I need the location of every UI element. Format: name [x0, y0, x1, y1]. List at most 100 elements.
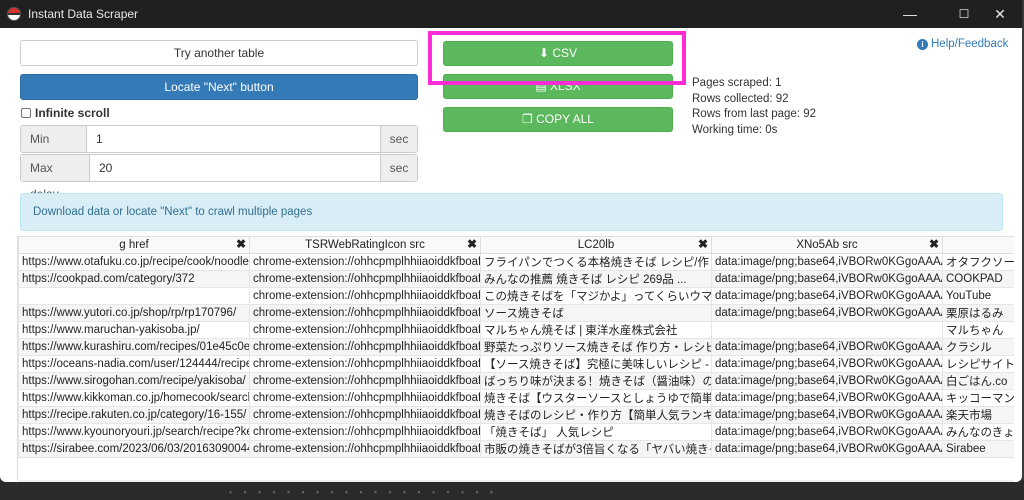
locate-next-button[interactable]: Locate "Next" button [20, 74, 418, 100]
min-delay-input[interactable]: 1 [87, 126, 380, 152]
table-cell: data:image/png;base64,iVBORw0KGgoAAAAN [711, 338, 943, 356]
table-cell: 楽天市場 [942, 406, 1014, 424]
max-delay-unit: sec [380, 155, 417, 181]
infinite-scroll-checkbox[interactable] [21, 108, 31, 118]
help-feedback-link[interactable]: i Help/Feedback [917, 38, 1008, 50]
table-row: https://sirabee.com/2023/06/03/201630900… [18, 440, 1014, 458]
table-cell: https://sirabee.com/2023/06/03/201630900… [18, 440, 250, 458]
copy-icon: ❐ [522, 112, 537, 126]
table-cell: data:image/png;base64,iVBORw0KGgoAAAAN [711, 304, 943, 322]
try-another-table-button[interactable]: Try another table [20, 40, 418, 66]
table-row: https://www.kyounoryouri.jp/search/recip… [18, 423, 1014, 441]
table-cell: 焼きそばのレシピ・作り方【簡単人気ランキン [480, 406, 712, 424]
table-cell: data:image/png;base64,iVBORw0KGgoAAAAN [711, 270, 943, 288]
table-cell: 焼きそば【ウスターソースとしょうゆで簡単味 [480, 389, 712, 407]
table-cell: この焼きそばを「マジかよ」ってくらいウマく [480, 287, 712, 305]
table-cell: COOKPAD [942, 270, 1014, 288]
table-row: https://oceans-nadia.com/user/124444/rec… [18, 355, 1014, 373]
table-row: https://cookpad.com/category/372 chrome-e… [18, 270, 1014, 288]
infinite-scroll-toggle[interactable]: Infinite scroll [21, 106, 110, 120]
window-title: Instant Data Scraper [28, 7, 139, 21]
table-cell: chrome-extension://ohhcpmplhhiiaoiddkfbo… [249, 270, 481, 288]
rows-collected: Rows collected: 92 [692, 92, 789, 105]
table-cell: https://www.otafuku.co.jp/recipe/cook/no… [18, 253, 250, 271]
table-cell: chrome-extension://ohhcpmplhhiiaoiddkfbo… [249, 321, 481, 339]
infinite-scroll-label: Infinite scroll [35, 106, 110, 120]
table-row: https://recipe.rakuten.co.jp/category/16… [18, 406, 1014, 424]
copy-all-button[interactable]: ❐ COPY ALL [443, 107, 673, 132]
table-row: chrome-extension://ohhcpmplhhiiaoiddkfbo… [18, 287, 1014, 305]
table-cell: 「焼きそば」 人気レシピ [480, 423, 712, 441]
table-cell: chrome-extension://ohhcpmplhhiiaoiddkfbo… [249, 355, 481, 373]
table-cell: レシピサイト [942, 355, 1014, 373]
table-cell: みんなのきょ [942, 423, 1014, 441]
highlight-box [428, 31, 686, 85]
table-cell: https://www.maruchan-yakisoba.jp/ [18, 321, 250, 339]
column-header[interactable]: g href ✖ [18, 236, 250, 254]
table-cell: マルちゃん [942, 321, 1014, 339]
table-cell: data:image/png;base64,iVBORw0KGgoAAAAN [711, 355, 943, 373]
horizontal-scrollbar[interactable]: ◀ ▶ [17, 480, 1014, 482]
info-icon: i [917, 38, 928, 50]
info-alert: Download data or locate "Next" to crawl … [20, 193, 1003, 231]
background-desktop: ・ ・ ・ ・ ・ ・ ・ ・ ・ ・ ・ ・ ・ ・ ・ ・ ・ ・ ・ [0, 480, 1024, 500]
table-cell: https://cookpad.com/category/372 [18, 270, 250, 288]
table-cell: 市販の焼きそばが3倍旨くなる「ヤバい焼きそば [480, 440, 712, 458]
column-header[interactable]: LC20lb ✖ [480, 236, 712, 254]
table-cell: キッコーマン [942, 389, 1014, 407]
min-delay-group: Min delay 1 sec [20, 125, 418, 172]
table-cell: data:image/png;base64,iVBORw0KGgoAAAAN [711, 287, 943, 305]
remove-column-icon[interactable]: ✖ [236, 238, 246, 252]
table-cell: https://www.kurashiru.com/recipes/01e45c… [18, 338, 250, 356]
column-header-label: LC20lb [577, 239, 615, 251]
table-cell: data:image/png;base64,iVBORw0KGgoAAAAN [711, 406, 943, 424]
rows-last-page: Rows from last page: 92 [692, 108, 817, 120]
table-cell: chrome-extension://ohhcpmplhhiiaoiddkfbo… [249, 304, 481, 322]
help-label: Help/Feedback [931, 38, 1009, 50]
table-cell: クラシル [942, 338, 1014, 356]
table-row: https://www.kikkoman.co.jp/homecook/sear… [18, 389, 1014, 407]
scrape-stats: Pages scraped: 1 Rows collected: 92 Rows… [692, 76, 816, 138]
table-cell: マルちゃん焼そば | 東洋水産株式会社 [480, 321, 712, 339]
table-cell: https://www.yutori.co.jp/shop/rp/rp17079… [18, 304, 250, 322]
minimize-button[interactable]: — [888, 0, 932, 28]
table-cell: 野菜たっぷりソース焼きそば 作り方・レシピ [480, 338, 712, 356]
pages-scraped: Pages scraped: 1 [692, 77, 782, 89]
table-cell: https://www.kyounoryouri.jp/search/recip… [18, 423, 250, 441]
close-button[interactable]: ✕ [978, 0, 1022, 28]
table-row: https://www.kurashiru.com/recipes/01e45c… [18, 338, 1014, 356]
scraper-window: Instant Data Scraper — ☐ ✕ Try another t… [0, 0, 1022, 482]
table-cell: みんなの推薦 焼きそば レシピ 269品 ... [480, 270, 712, 288]
remove-column-icon[interactable]: ✖ [467, 238, 477, 252]
max-delay-input[interactable]: 20 [90, 155, 380, 181]
table-cell: chrome-extension://ohhcpmplhhiiaoiddkfbo… [249, 287, 481, 305]
table-cell: data:image/png;base64,iVBORw0KGgoAAAAN [711, 440, 943, 458]
column-header[interactable]: TSRWebRatingIcon src ✖ [249, 236, 481, 254]
table-cell: data:image/png;base64,iVBORw0KGgoAAAAN [711, 372, 943, 390]
table-row: https://www.sirogohan.com/recipe/yakisob… [18, 372, 1014, 390]
table-row: https://www.yutori.co.jp/shop/rp/rp17079… [18, 304, 1014, 322]
column-header[interactable] [942, 236, 1014, 254]
max-delay-label: Max delay [21, 155, 90, 201]
working-time: Working time: 0s [692, 123, 778, 136]
table-cell: chrome-extension://ohhcpmplhhiiaoiddkfbo… [249, 389, 481, 407]
table-cell: data:image/png;base64,iVBORw0KGgoAAAAN [711, 423, 943, 441]
remove-column-icon[interactable]: ✖ [698, 238, 708, 252]
background-text: ・ ・ ・ ・ ・ ・ ・ ・ ・ ・ ・ ・ ・ ・ ・ ・ ・ ・ ・ [225, 486, 497, 499]
column-header[interactable]: XNo5Ab src ✖ [711, 236, 943, 254]
remove-column-icon[interactable]: ✖ [929, 238, 939, 252]
table-cell: 白ごはん.co [942, 372, 1014, 390]
column-header-label: g href [119, 239, 149, 251]
table-cell: https://www.sirogohan.com/recipe/yakisob… [18, 372, 250, 390]
column-header-label: XNo5Ab src [796, 239, 858, 251]
table-cell: https://oceans-nadia.com/user/124444/rec… [18, 355, 250, 373]
data-table-container: g href ✖ TSRWebRatingIcon src ✖ LC20lb ✖ XN… [17, 236, 1014, 480]
table-cell: ばっちり味が決まる！焼きそば（醤油味）のレ [480, 372, 712, 390]
table-row: https://www.maruchan-yakisoba.jp/chrome-… [18, 321, 1014, 339]
copy-all-label: COPY ALL [536, 112, 594, 126]
table-cell: data:image/png;base64,iVBORw0KGgoAAAAN [711, 253, 943, 271]
table-cell: chrome-extension://ohhcpmplhhiiaoiddkfbo… [249, 440, 481, 458]
main-content: Try another table Locate "Next" button I… [0, 28, 1022, 482]
table-cell: chrome-extension://ohhcpmplhhiiaoiddkfbo… [249, 338, 481, 356]
table-cell: 【ソース焼きそば】究極に美味しいレシピ - [480, 355, 712, 373]
